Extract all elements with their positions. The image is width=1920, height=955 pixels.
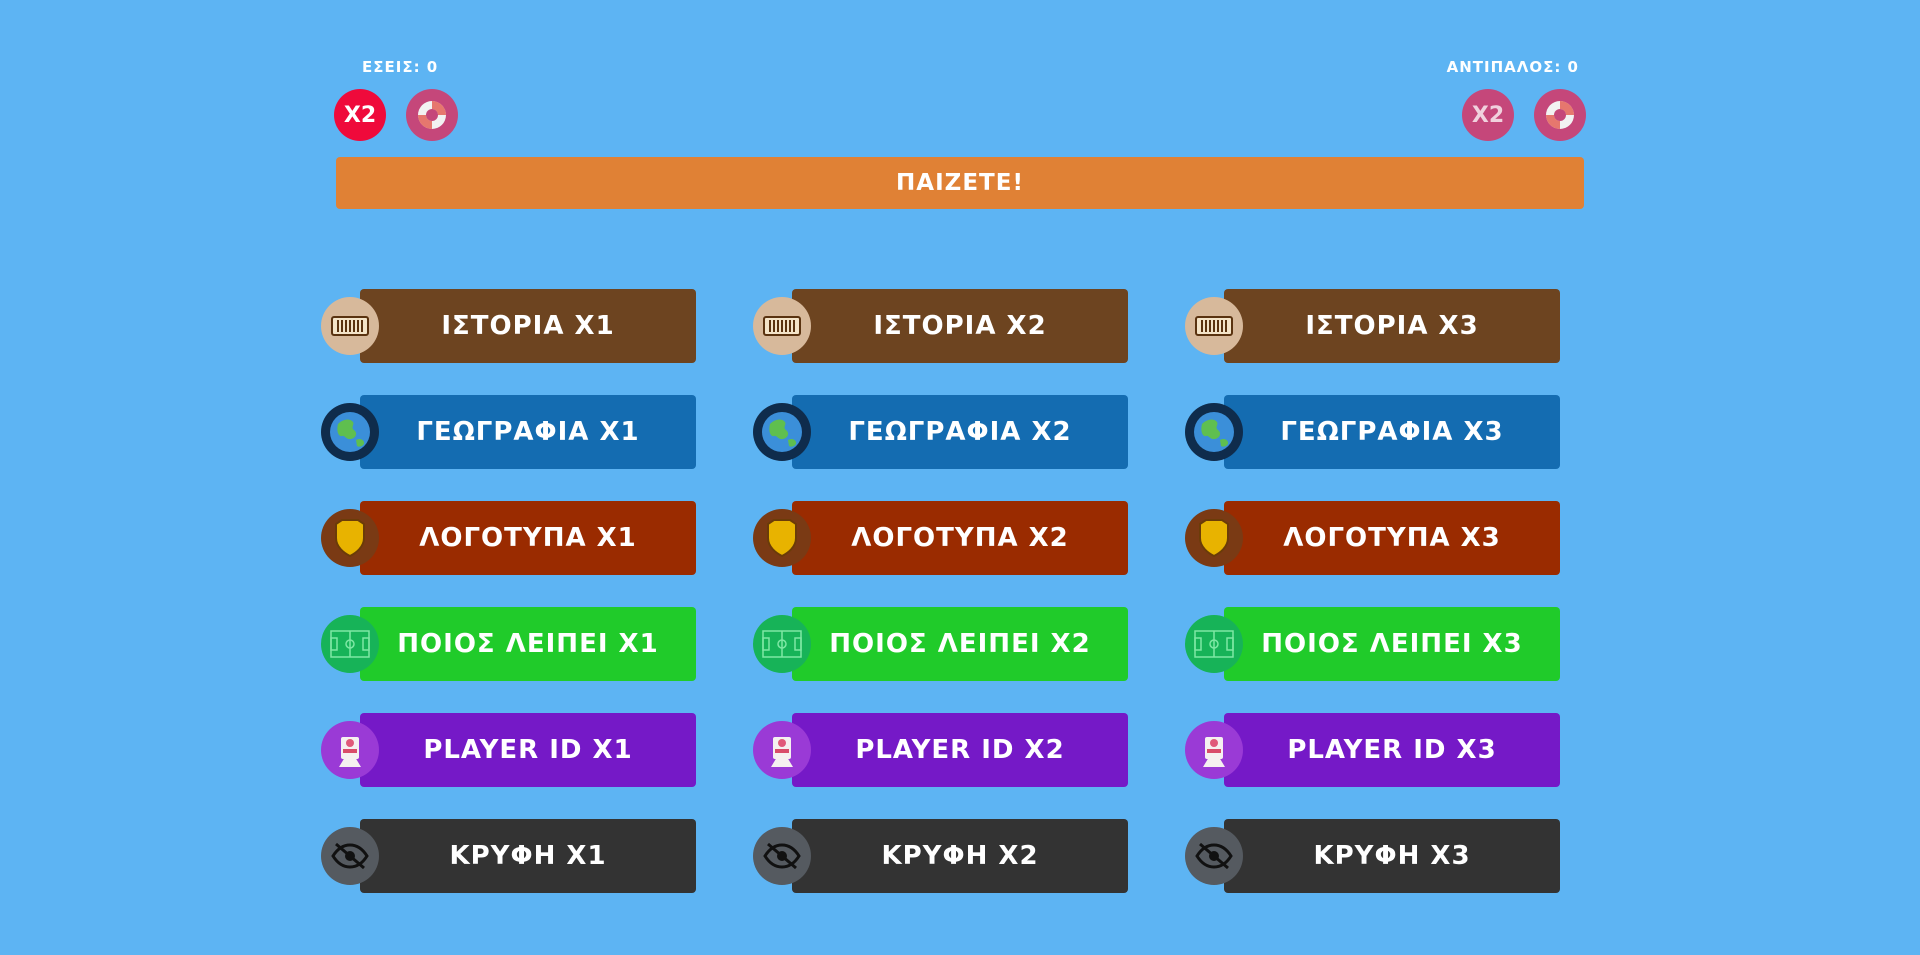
shield-icon	[321, 509, 379, 567]
opponent-x2-button: X2	[1462, 89, 1514, 141]
category-label: ΛΟΓΟΤΥΠΑ X1	[360, 501, 696, 575]
globe-icon	[321, 403, 379, 461]
category-label: PLAYER ID X3	[1224, 713, 1560, 787]
category-label: ΙΣΤΟΡΙΑ X3	[1224, 289, 1560, 363]
category-label: ΛΟΓΟΤΥΠΑ X3	[1224, 501, 1560, 575]
category-logos-x3[interactable]: ΛΟΓΟΤΥΠΑ X3	[1185, 501, 1570, 575]
lifebuoy-icon	[418, 101, 446, 129]
player-card-icon	[1185, 721, 1243, 779]
category-who-missing-x1[interactable]: ΠΟΙΟΣ ΛΕΙΠΕΙ X1	[321, 607, 706, 681]
category-who-missing-x3[interactable]: ΠΟΙΟΣ ΛΕΙΠΕΙ X3	[1185, 607, 1570, 681]
opponent-score: ΑΝΤΙΠΑΛΟΣ: 0	[1446, 58, 1579, 76]
category-label: ΚΡΥΦΗ X1	[360, 819, 696, 893]
category-label: ΙΣΤΟΡΙΑ X2	[792, 289, 1128, 363]
turn-status-bar: ΠΑΙΖΕΤΕ!	[336, 157, 1584, 209]
category-label: ΙΣΤΟΡΙΑ X1	[360, 289, 696, 363]
player-score: ΕΣΕΙΣ: 0	[362, 58, 439, 76]
category-geography-x1[interactable]: ΓΕΩΓΡΑΦΙΑ X1	[321, 395, 706, 469]
category-who-missing-x2[interactable]: ΠΟΙΟΣ ΛΕΙΠΕΙ X2	[753, 607, 1138, 681]
pitch-icon	[753, 615, 811, 673]
category-label: PLAYER ID X1	[360, 713, 696, 787]
category-label: PLAYER ID X2	[792, 713, 1128, 787]
category-logos-x1[interactable]: ΛΟΓΟΤΥΠΑ X1	[321, 501, 706, 575]
scroll-icon	[1185, 297, 1243, 355]
category-history-x2[interactable]: ΙΣΤΟΡΙΑ X2	[753, 289, 1138, 363]
pitch-icon	[1185, 615, 1243, 673]
shield-icon	[1185, 509, 1243, 567]
category-label: ΚΡΥΦΗ X2	[792, 819, 1128, 893]
category-hidden-x1[interactable]: ΚΡΥΦΗ X1	[321, 819, 706, 893]
x2-label: X2	[343, 102, 377, 128]
category-geography-x3[interactable]: ΓΕΩΓΡΑΦΙΑ X3	[1185, 395, 1570, 469]
eye-slash-icon	[753, 827, 811, 885]
x2-label: X2	[1471, 102, 1505, 128]
category-hidden-x2[interactable]: ΚΡΥΦΗ X2	[753, 819, 1138, 893]
scroll-icon	[753, 297, 811, 355]
category-label: ΛΟΓΟΤΥΠΑ X2	[792, 501, 1128, 575]
category-hidden-x3[interactable]: ΚΡΥΦΗ X3	[1185, 819, 1570, 893]
turn-status-text: ΠΑΙΖΕΤΕ!	[896, 170, 1024, 196]
category-history-x1[interactable]: ΙΣΤΟΡΙΑ X1	[321, 289, 706, 363]
category-label: ΓΕΩΓΡΑΦΙΑ X3	[1224, 395, 1560, 469]
globe-icon	[753, 403, 811, 461]
category-label: ΓΕΩΓΡΑΦΙΑ X2	[792, 395, 1128, 469]
player-lifeline-button[interactable]	[406, 89, 458, 141]
globe-icon	[1185, 403, 1243, 461]
lifebuoy-icon	[1546, 101, 1574, 129]
category-geography-x2[interactable]: ΓΕΩΓΡΑΦΙΑ X2	[753, 395, 1138, 469]
player-card-icon	[753, 721, 811, 779]
category-label: ΚΡΥΦΗ X3	[1224, 819, 1560, 893]
category-label: ΓΕΩΓΡΑΦΙΑ X1	[360, 395, 696, 469]
category-label: ΠΟΙΟΣ ΛΕΙΠΕΙ X2	[792, 607, 1128, 681]
eye-slash-icon	[1185, 827, 1243, 885]
category-player-id-x1[interactable]: PLAYER ID X1	[321, 713, 706, 787]
shield-icon	[753, 509, 811, 567]
category-player-id-x2[interactable]: PLAYER ID X2	[753, 713, 1138, 787]
player-card-icon	[321, 721, 379, 779]
scroll-icon	[321, 297, 379, 355]
category-label: ΠΟΙΟΣ ΛΕΙΠΕΙ X1	[360, 607, 696, 681]
category-logos-x2[interactable]: ΛΟΓΟΤΥΠΑ X2	[753, 501, 1138, 575]
opponent-lifeline-button	[1534, 89, 1586, 141]
pitch-icon	[321, 615, 379, 673]
eye-slash-icon	[321, 827, 379, 885]
category-history-x3[interactable]: ΙΣΤΟΡΙΑ X3	[1185, 289, 1570, 363]
category-player-id-x3[interactable]: PLAYER ID X3	[1185, 713, 1570, 787]
player-x2-button[interactable]: X2	[334, 89, 386, 141]
category-label: ΠΟΙΟΣ ΛΕΙΠΕΙ X3	[1224, 607, 1560, 681]
